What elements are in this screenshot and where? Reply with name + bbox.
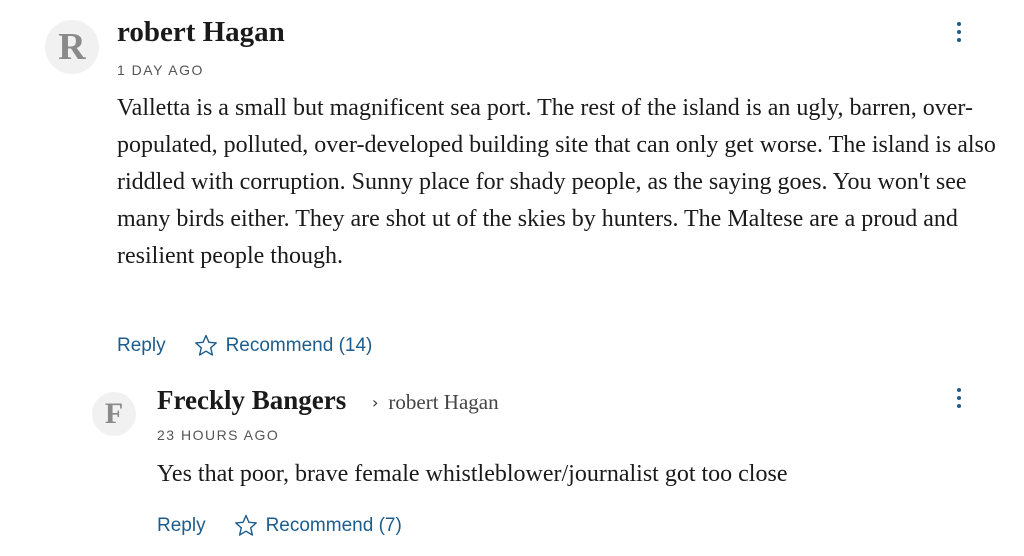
comment-author[interactable]: Freckly Bangers bbox=[157, 385, 346, 416]
recommend-label: Recommend (7) bbox=[265, 514, 402, 536]
chevron-right-icon: › bbox=[372, 393, 379, 412]
star-outline-icon bbox=[234, 514, 257, 536]
comment-author[interactable]: robert Hagan bbox=[117, 16, 285, 49]
avatar[interactable]: F bbox=[92, 392, 136, 436]
recommend-button[interactable]: Recommend (7) bbox=[234, 514, 402, 537]
comment-actions: Reply Recommend (7) bbox=[157, 514, 402, 537]
comment-timestamp: 23 HOURS AGO bbox=[157, 427, 280, 443]
reply-to[interactable]: › robert Hagan bbox=[372, 390, 499, 415]
comment-body: Valletta is a small but magnificent sea … bbox=[117, 95, 996, 269]
more-vertical-icon[interactable] bbox=[956, 388, 962, 412]
comment-timestamp: 1 DAY AGO bbox=[117, 62, 204, 78]
star-outline-icon bbox=[194, 334, 217, 356]
recommend-label: Recommend (14) bbox=[225, 334, 373, 356]
reply-button[interactable]: Reply bbox=[117, 335, 166, 357]
more-vertical-icon[interactable] bbox=[956, 22, 962, 46]
comment-body: Yes that poor, brave female whistleblowe… bbox=[157, 461, 788, 487]
comment-actions: Reply Recommend (14) bbox=[117, 334, 372, 357]
reply-button[interactable]: Reply bbox=[157, 515, 206, 537]
recommend-button[interactable]: Recommend (14) bbox=[194, 334, 373, 357]
avatar[interactable]: R bbox=[45, 20, 99, 74]
reply-to-author: robert Hagan bbox=[388, 390, 499, 414]
